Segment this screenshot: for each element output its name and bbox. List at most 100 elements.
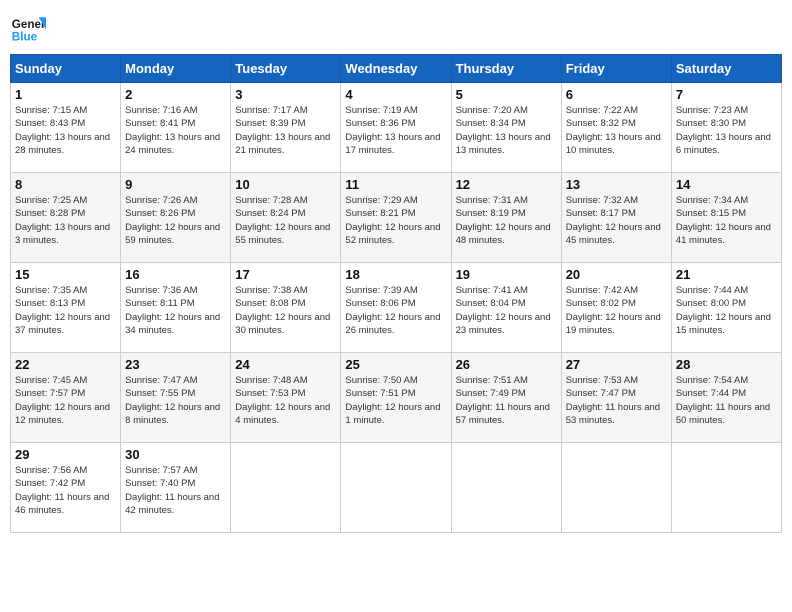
day-info: Sunrise: 7:23 AM Sunset: 8:30 PM Dayligh… [676,104,777,157]
day-number: 19 [456,267,557,282]
day-number: 11 [345,177,446,192]
calendar-header-thursday: Thursday [451,55,561,83]
calendar-cell: 9 Sunrise: 7:26 AM Sunset: 8:26 PM Dayli… [121,173,231,263]
day-info: Sunrise: 7:20 AM Sunset: 8:34 PM Dayligh… [456,104,557,157]
day-info: Sunrise: 7:50 AM Sunset: 7:51 PM Dayligh… [345,374,446,427]
day-number: 4 [345,87,446,102]
day-info: Sunrise: 7:29 AM Sunset: 8:21 PM Dayligh… [345,194,446,247]
day-info: Sunrise: 7:42 AM Sunset: 8:02 PM Dayligh… [566,284,667,337]
day-info: Sunrise: 7:34 AM Sunset: 8:15 PM Dayligh… [676,194,777,247]
page-header: General Blue [10,10,782,46]
calendar-cell [671,443,781,533]
calendar-cell: 16 Sunrise: 7:36 AM Sunset: 8:11 PM Dayl… [121,263,231,353]
day-info: Sunrise: 7:45 AM Sunset: 7:57 PM Dayligh… [15,374,116,427]
day-number: 25 [345,357,446,372]
day-number: 23 [125,357,226,372]
calendar-cell: 21 Sunrise: 7:44 AM Sunset: 8:00 PM Dayl… [671,263,781,353]
calendar-header-wednesday: Wednesday [341,55,451,83]
day-info: Sunrise: 7:26 AM Sunset: 8:26 PM Dayligh… [125,194,226,247]
calendar-header-tuesday: Tuesday [231,55,341,83]
calendar-cell: 17 Sunrise: 7:38 AM Sunset: 8:08 PM Dayl… [231,263,341,353]
day-info: Sunrise: 7:17 AM Sunset: 8:39 PM Dayligh… [235,104,336,157]
calendar-header-monday: Monday [121,55,231,83]
day-info: Sunrise: 7:39 AM Sunset: 8:06 PM Dayligh… [345,284,446,337]
calendar-cell: 28 Sunrise: 7:54 AM Sunset: 7:44 PM Dayl… [671,353,781,443]
day-number: 20 [566,267,667,282]
day-info: Sunrise: 7:51 AM Sunset: 7:49 PM Dayligh… [456,374,557,427]
day-info: Sunrise: 7:25 AM Sunset: 8:28 PM Dayligh… [15,194,116,247]
day-number: 26 [456,357,557,372]
day-info: Sunrise: 7:54 AM Sunset: 7:44 PM Dayligh… [676,374,777,427]
calendar-header-friday: Friday [561,55,671,83]
day-number: 24 [235,357,336,372]
calendar-cell: 13 Sunrise: 7:32 AM Sunset: 8:17 PM Dayl… [561,173,671,263]
calendar-cell [231,443,341,533]
calendar-header-sunday: Sunday [11,55,121,83]
calendar-cell: 10 Sunrise: 7:28 AM Sunset: 8:24 PM Dayl… [231,173,341,263]
calendar-week-1: 1 Sunrise: 7:15 AM Sunset: 8:43 PM Dayli… [11,83,782,173]
calendar-cell: 15 Sunrise: 7:35 AM Sunset: 8:13 PM Dayl… [11,263,121,353]
day-info: Sunrise: 7:32 AM Sunset: 8:17 PM Dayligh… [566,194,667,247]
calendar: SundayMondayTuesdayWednesdayThursdayFrid… [10,54,782,533]
calendar-cell: 26 Sunrise: 7:51 AM Sunset: 7:49 PM Dayl… [451,353,561,443]
day-number: 7 [676,87,777,102]
day-number: 21 [676,267,777,282]
day-info: Sunrise: 7:16 AM Sunset: 8:41 PM Dayligh… [125,104,226,157]
day-number: 2 [125,87,226,102]
day-info: Sunrise: 7:19 AM Sunset: 8:36 PM Dayligh… [345,104,446,157]
day-number: 17 [235,267,336,282]
calendar-cell: 25 Sunrise: 7:50 AM Sunset: 7:51 PM Dayl… [341,353,451,443]
day-number: 14 [676,177,777,192]
day-info: Sunrise: 7:31 AM Sunset: 8:19 PM Dayligh… [456,194,557,247]
day-info: Sunrise: 7:48 AM Sunset: 7:53 PM Dayligh… [235,374,336,427]
day-info: Sunrise: 7:28 AM Sunset: 8:24 PM Dayligh… [235,194,336,247]
day-number: 1 [15,87,116,102]
day-info: Sunrise: 7:35 AM Sunset: 8:13 PM Dayligh… [15,284,116,337]
day-info: Sunrise: 7:57 AM Sunset: 7:40 PM Dayligh… [125,464,226,517]
day-number: 15 [15,267,116,282]
day-number: 10 [235,177,336,192]
calendar-cell: 14 Sunrise: 7:34 AM Sunset: 8:15 PM Dayl… [671,173,781,263]
day-info: Sunrise: 7:38 AM Sunset: 8:08 PM Dayligh… [235,284,336,337]
calendar-cell: 11 Sunrise: 7:29 AM Sunset: 8:21 PM Dayl… [341,173,451,263]
calendar-cell: 24 Sunrise: 7:48 AM Sunset: 7:53 PM Dayl… [231,353,341,443]
calendar-cell: 1 Sunrise: 7:15 AM Sunset: 8:43 PM Dayli… [11,83,121,173]
calendar-cell: 18 Sunrise: 7:39 AM Sunset: 8:06 PM Dayl… [341,263,451,353]
day-number: 6 [566,87,667,102]
calendar-cell: 5 Sunrise: 7:20 AM Sunset: 8:34 PM Dayli… [451,83,561,173]
day-info: Sunrise: 7:41 AM Sunset: 8:04 PM Dayligh… [456,284,557,337]
calendar-cell [341,443,451,533]
day-number: 9 [125,177,226,192]
calendar-cell: 29 Sunrise: 7:56 AM Sunset: 7:42 PM Dayl… [11,443,121,533]
calendar-cell [561,443,671,533]
calendar-week-5: 29 Sunrise: 7:56 AM Sunset: 7:42 PM Dayl… [11,443,782,533]
calendar-cell: 2 Sunrise: 7:16 AM Sunset: 8:41 PM Dayli… [121,83,231,173]
day-info: Sunrise: 7:44 AM Sunset: 8:00 PM Dayligh… [676,284,777,337]
day-number: 3 [235,87,336,102]
calendar-cell: 6 Sunrise: 7:22 AM Sunset: 8:32 PM Dayli… [561,83,671,173]
day-number: 5 [456,87,557,102]
calendar-cell: 7 Sunrise: 7:23 AM Sunset: 8:30 PM Dayli… [671,83,781,173]
calendar-cell: 19 Sunrise: 7:41 AM Sunset: 8:04 PM Dayl… [451,263,561,353]
day-info: Sunrise: 7:22 AM Sunset: 8:32 PM Dayligh… [566,104,667,157]
calendar-cell: 12 Sunrise: 7:31 AM Sunset: 8:19 PM Dayl… [451,173,561,263]
day-number: 27 [566,357,667,372]
calendar-header-saturday: Saturday [671,55,781,83]
calendar-cell: 20 Sunrise: 7:42 AM Sunset: 8:02 PM Dayl… [561,263,671,353]
calendar-cell: 22 Sunrise: 7:45 AM Sunset: 7:57 PM Dayl… [11,353,121,443]
day-number: 29 [15,447,116,462]
day-info: Sunrise: 7:36 AM Sunset: 8:11 PM Dayligh… [125,284,226,337]
day-info: Sunrise: 7:56 AM Sunset: 7:42 PM Dayligh… [15,464,116,517]
day-number: 13 [566,177,667,192]
day-number: 28 [676,357,777,372]
calendar-cell: 3 Sunrise: 7:17 AM Sunset: 8:39 PM Dayli… [231,83,341,173]
day-number: 12 [456,177,557,192]
calendar-cell: 8 Sunrise: 7:25 AM Sunset: 8:28 PM Dayli… [11,173,121,263]
calendar-cell [451,443,561,533]
day-info: Sunrise: 7:53 AM Sunset: 7:47 PM Dayligh… [566,374,667,427]
day-number: 22 [15,357,116,372]
calendar-cell: 27 Sunrise: 7:53 AM Sunset: 7:47 PM Dayl… [561,353,671,443]
calendar-cell: 30 Sunrise: 7:57 AM Sunset: 7:40 PM Dayl… [121,443,231,533]
calendar-week-2: 8 Sunrise: 7:25 AM Sunset: 8:28 PM Dayli… [11,173,782,263]
calendar-header-row: SundayMondayTuesdayWednesdayThursdayFrid… [11,55,782,83]
